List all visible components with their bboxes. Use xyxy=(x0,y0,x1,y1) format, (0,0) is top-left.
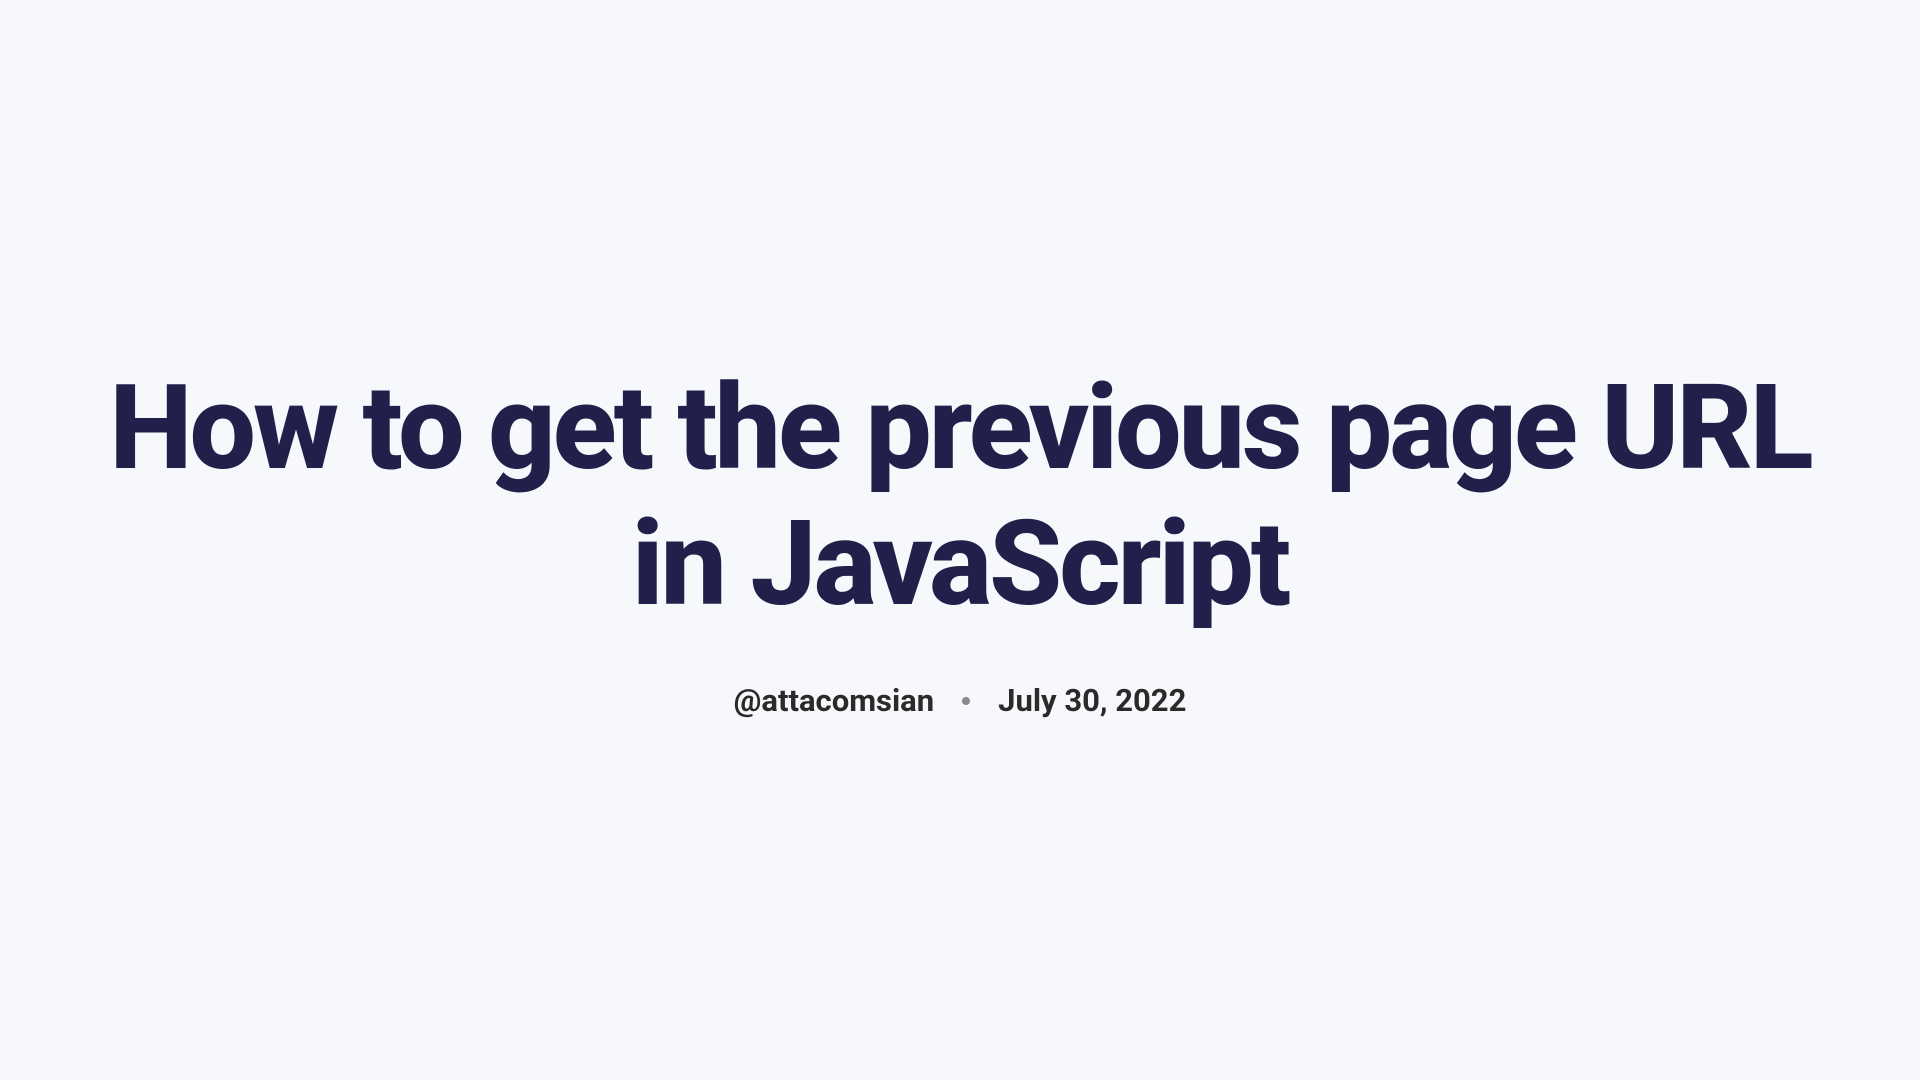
author-handle: @attacomsian xyxy=(734,682,935,719)
article-meta: @attacomsian July 30, 2022 xyxy=(734,682,1187,719)
dot-separator-icon xyxy=(962,697,970,705)
article-card: How to get the previous page URL in Java… xyxy=(0,361,1920,719)
publish-date: July 30, 2022 xyxy=(998,682,1186,719)
article-title: How to get the previous page URL in Java… xyxy=(60,361,1860,632)
